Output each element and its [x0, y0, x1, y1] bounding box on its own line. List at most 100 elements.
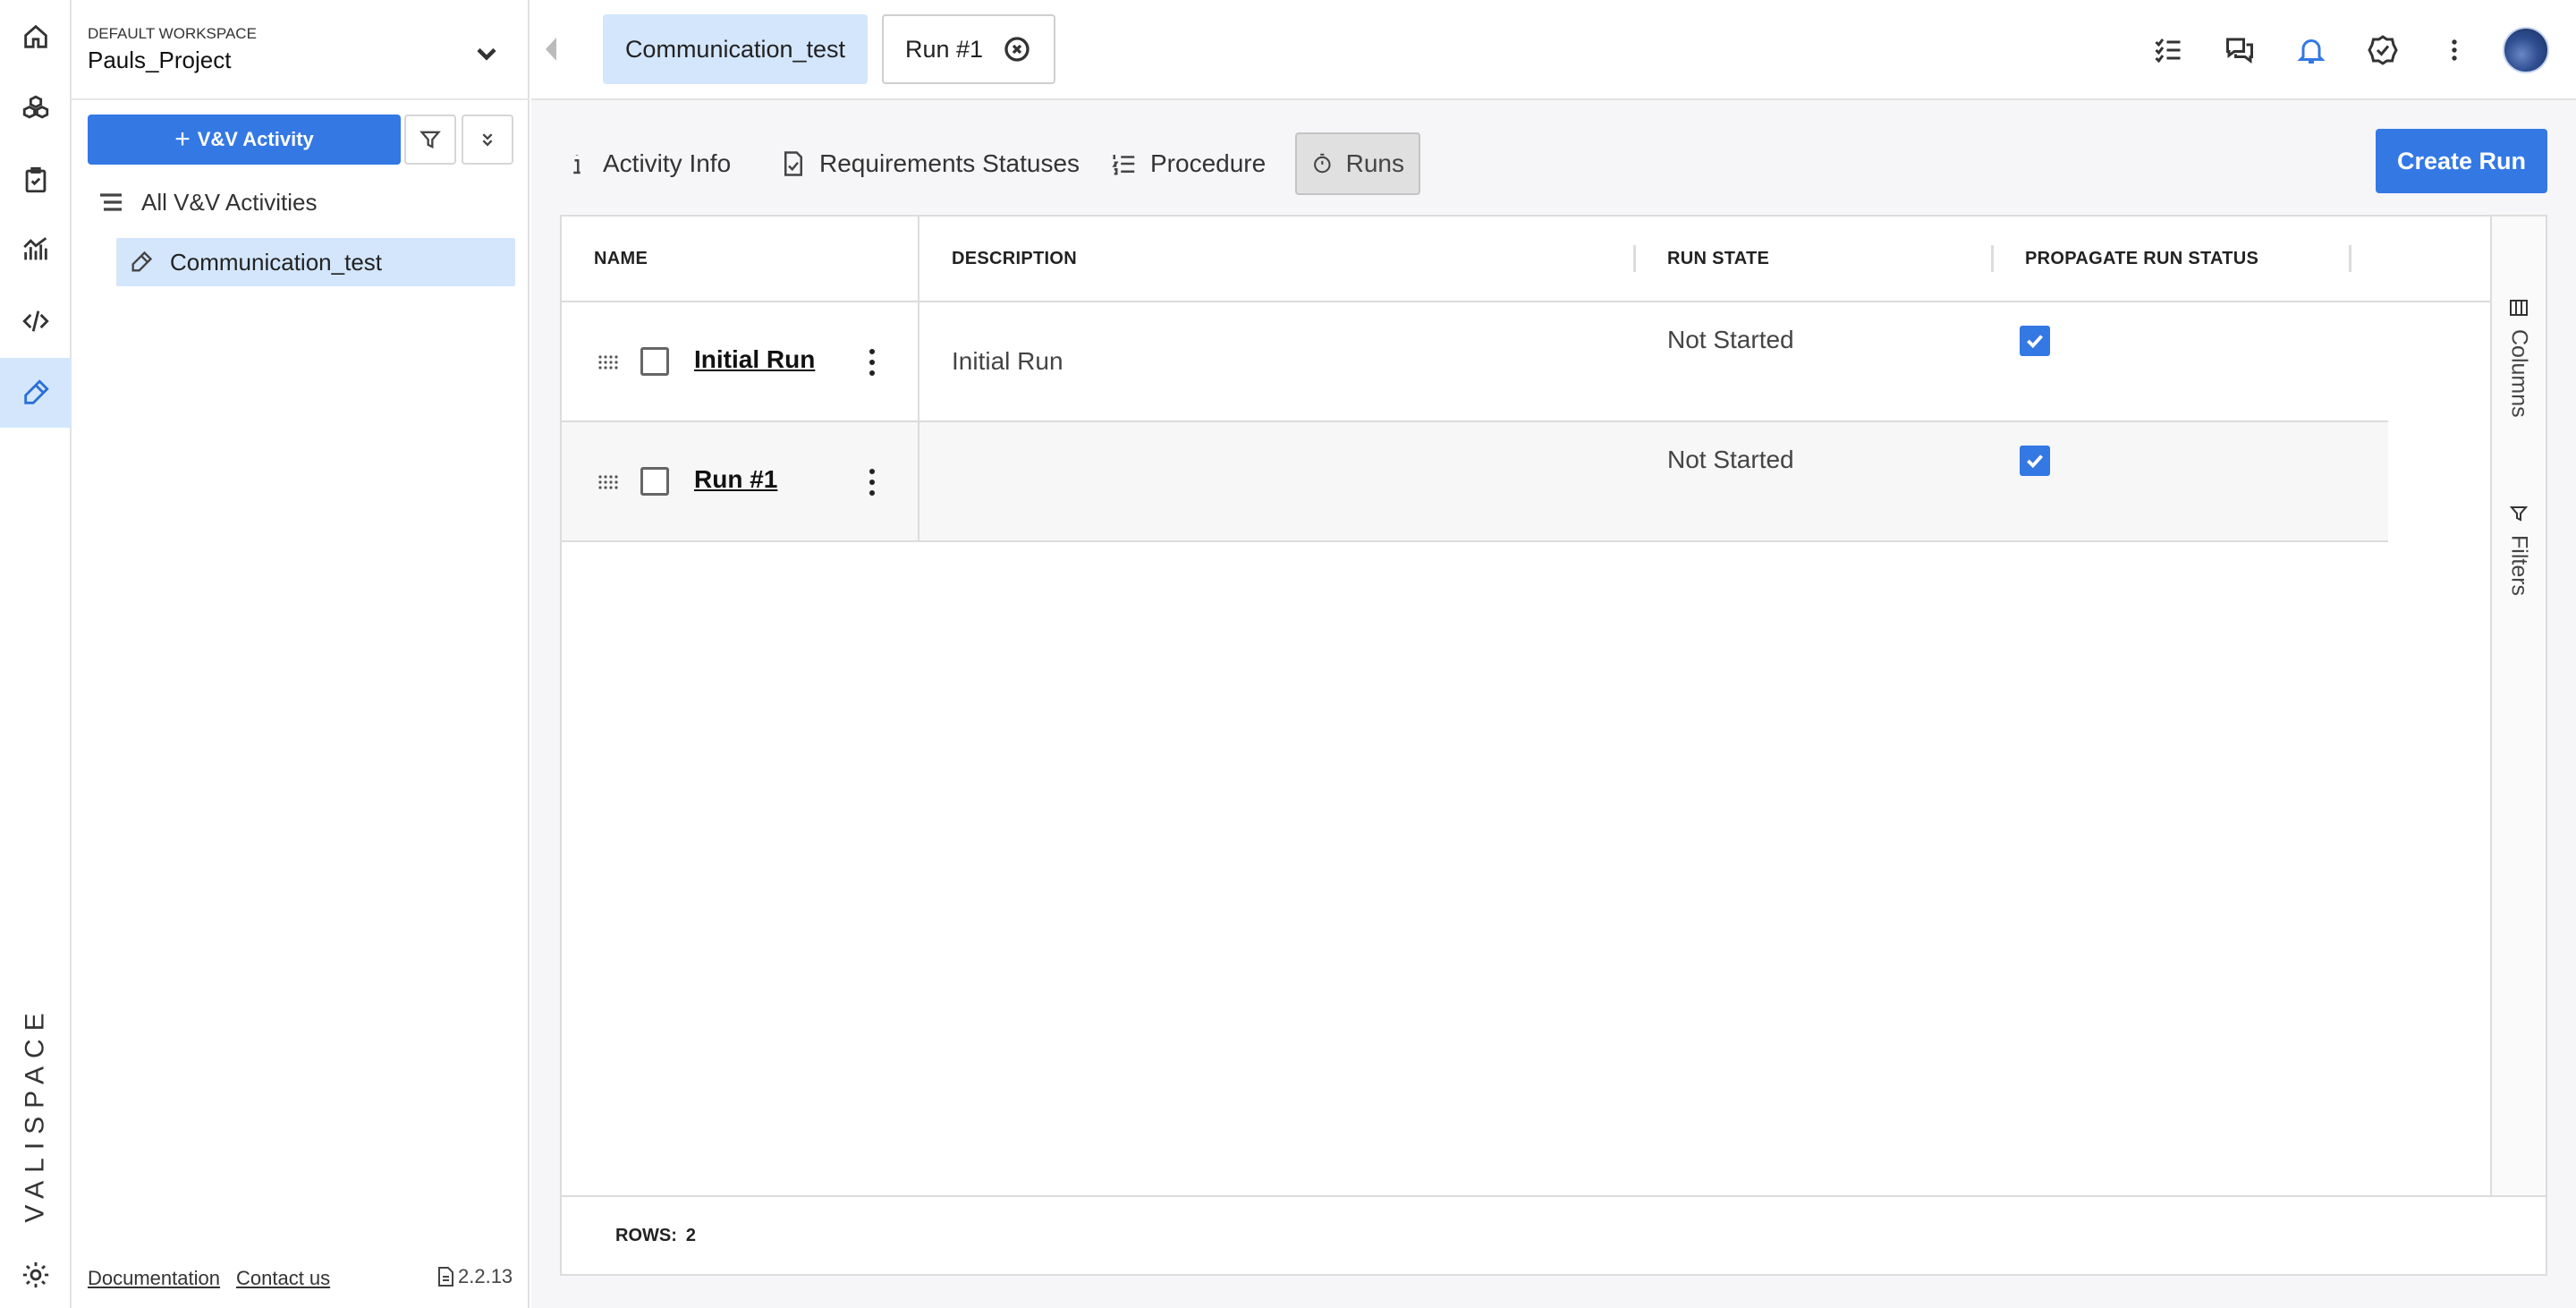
- chat-icon: [2226, 38, 2253, 64]
- verification-icon: [131, 251, 153, 272]
- filter-button[interactable]: [404, 115, 456, 165]
- info-icon: [573, 155, 580, 174]
- propagate-run-status-checkbox[interactable]: [2020, 446, 2050, 476]
- subtab-runs[interactable]: Runs: [1295, 132, 1420, 195]
- filter-icon: [2509, 506, 2529, 522]
- row-menu-button[interactable]: [866, 467, 878, 497]
- column-header-run-state[interactable]: RUN STATE: [1667, 217, 1769, 301]
- plus-icon: +: [174, 124, 191, 154]
- bell-icon: [2297, 39, 2326, 64]
- rows-value: 2: [685, 1226, 697, 1245]
- column-header-propagate-run-status[interactable]: PROPAGATE RUN STATUS: [2025, 217, 2258, 301]
- column-header-description[interactable]: DESCRIPTION: [952, 217, 1077, 301]
- double-chevron-down-icon: [482, 133, 493, 147]
- components-button[interactable]: [0, 73, 72, 143]
- filters-panel-toggle[interactable]: Filters: [2492, 503, 2546, 596]
- version-number: 2.2.13: [458, 1265, 513, 1287]
- user-avatar[interactable]: [2503, 27, 2549, 73]
- column-resize-handle[interactable]: [2349, 245, 2351, 272]
- subtab-activity-info[interactable]: Activity Info: [549, 132, 745, 195]
- more-vert-icon: [869, 349, 875, 376]
- tab-label: Communication_test: [624, 35, 846, 63]
- list-icon: [100, 193, 122, 211]
- requirements-button[interactable]: [0, 145, 72, 215]
- run-name-link[interactable]: Run #1: [694, 465, 777, 494]
- tab-label: Run #1: [905, 35, 984, 63]
- scripting-icon: [22, 310, 49, 332]
- drag-grip-icon: [598, 475, 618, 489]
- drag-grip-icon: [598, 355, 618, 369]
- timer-icon: [1314, 153, 1331, 174]
- more-vert-icon: [2452, 39, 2457, 61]
- analyses-button[interactable]: [0, 215, 72, 285]
- verification-icon: [24, 379, 49, 404]
- propagate-run-status-checkbox[interactable]: [2020, 326, 2050, 356]
- more-options-button[interactable]: [2436, 32, 2472, 68]
- subtab-procedure[interactable]: Procedure: [1097, 132, 1280, 195]
- checkmark-icon: [2027, 335, 2043, 349]
- version-info: 2.2.13: [436, 1265, 513, 1288]
- verified-icon: [2368, 35, 2398, 65]
- grid-side-panel: Columns Filters: [2490, 217, 2546, 1195]
- project-sidebar: DEFAULT WORKSPACE Pauls_Project + V&V Ac…: [72, 0, 530, 1308]
- close-circle-icon: [1004, 37, 1030, 62]
- tab-run-1[interactable]: Run #1: [882, 14, 1055, 84]
- close-tab-button[interactable]: [1003, 35, 1031, 64]
- scripting-button[interactable]: [0, 286, 72, 356]
- collapse-sidebar-handle[interactable]: [544, 36, 558, 63]
- doc-check-icon: [784, 151, 802, 176]
- row-select-checkbox[interactable]: [640, 467, 669, 496]
- documentation-link[interactable]: Documentation: [88, 1267, 220, 1290]
- tree-root-all-activities[interactable]: All V&V Activities: [97, 188, 318, 217]
- divider: [72, 98, 530, 100]
- settings-button[interactable]: [0, 1240, 72, 1308]
- table-footer: ROWS: 2: [562, 1195, 2546, 1274]
- subtab-requirements-statuses[interactable]: Requirements Statuses: [766, 132, 1094, 195]
- columns-icon: [2510, 300, 2528, 316]
- collapse-all-button[interactable]: [462, 115, 513, 165]
- top-bar: Communication_test Run #1: [531, 0, 2576, 100]
- verification-button[interactable]: [0, 358, 72, 428]
- runs-table: NAME DESCRIPTION RUN STATE PROPAGATE RUN…: [560, 215, 2547, 1276]
- column-header-name[interactable]: NAME: [594, 217, 648, 301]
- tasks-button[interactable]: [2150, 32, 2186, 68]
- home-icon: [24, 24, 47, 48]
- project-name[interactable]: Pauls_Project: [88, 47, 231, 74]
- components-icon: [22, 95, 49, 119]
- column-resize-handle[interactable]: [1991, 245, 1994, 272]
- chevron-down-icon: [477, 47, 496, 61]
- home-button[interactable]: [0, 2, 72, 72]
- create-run-button[interactable]: Create Run: [2376, 129, 2547, 193]
- table-row[interactable]: Run #1 Not Started: [562, 422, 2388, 542]
- analyses-icon: [23, 237, 47, 260]
- pinned-column-divider: [918, 217, 919, 542]
- run-name-link[interactable]: Initial Run: [694, 345, 815, 374]
- columns-panel-toggle[interactable]: Columns: [2492, 297, 2546, 418]
- table-row[interactable]: Initial Run Initial Run Not Started: [562, 302, 2388, 422]
- add-vv-activity-label: V&V Activity: [197, 128, 314, 150]
- row-count: ROWS: 2: [615, 1226, 696, 1246]
- checkmark-icon: [2027, 454, 2043, 469]
- tab-communication-test[interactable]: Communication_test: [603, 14, 868, 84]
- workspace-dropdown[interactable]: [470, 38, 503, 70]
- sidebar-footer: Documentation Contact us: [88, 1267, 330, 1290]
- caret-left-icon: [546, 38, 556, 61]
- row-menu-button[interactable]: [866, 347, 878, 378]
- discussions-button[interactable]: [2222, 32, 2258, 68]
- tree-root-label: All V&V Activities: [141, 188, 318, 216]
- column-resize-handle[interactable]: [1633, 245, 1636, 272]
- icon-rail: VALISPACE: [0, 0, 72, 1308]
- contact-link[interactable]: Contact us: [236, 1267, 330, 1290]
- workspace-label: DEFAULT WORKSPACE: [88, 25, 257, 42]
- numbered-list-icon: [1112, 155, 1135, 175]
- verified-button[interactable]: [2365, 32, 2401, 68]
- requirements-icon: [25, 166, 47, 193]
- tree-item-communication-test[interactable]: Communication_test: [116, 238, 515, 286]
- drag-handle[interactable]: [597, 354, 619, 370]
- add-vv-activity-button[interactable]: + V&V Activity: [88, 115, 401, 165]
- drag-handle[interactable]: [597, 474, 619, 490]
- filter-icon: [419, 131, 441, 149]
- tree-item-label: Communication_test: [170, 248, 382, 276]
- row-select-checkbox[interactable]: [640, 347, 669, 376]
- notifications-button[interactable]: [2293, 32, 2329, 68]
